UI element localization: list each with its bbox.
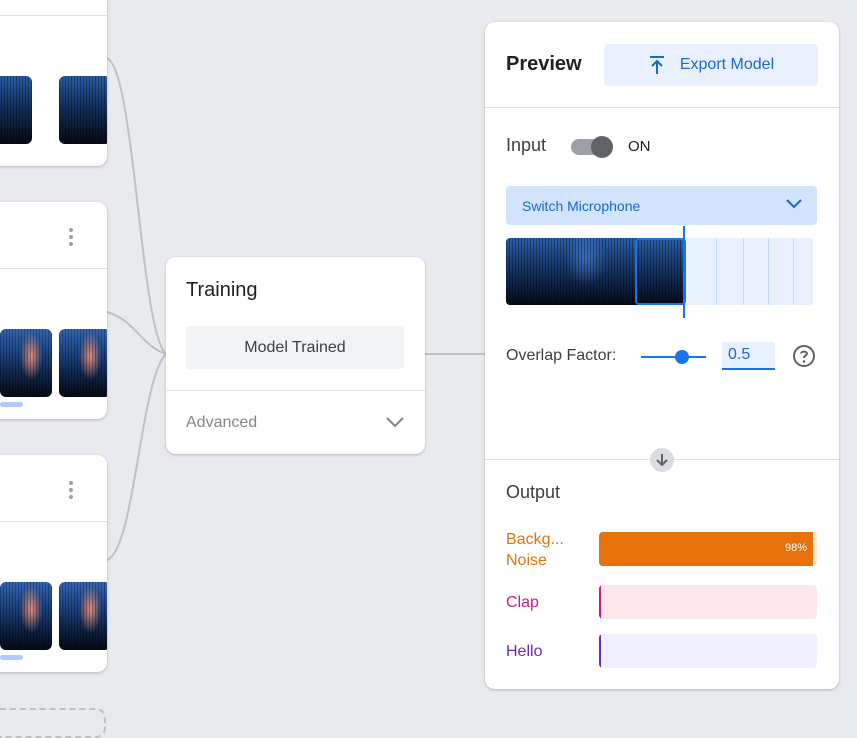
output-label-line: Clap [506,594,539,611]
model-trained-button[interactable]: Model Trained [186,326,404,369]
sample-spectrogram[interactable] [59,76,107,144]
preview-title: Preview [506,53,582,75]
toggle-knob [591,136,613,158]
analysis-window [635,238,686,305]
upload-arrow-icon [649,56,664,74]
switch-microphone-dropdown[interactable]: Switch Microphone [506,186,817,225]
playhead [683,226,685,318]
export-model-label: Export Model [679,56,775,73]
output-fill [599,532,813,566]
output-bar-background-noise: 98% [599,532,817,566]
preview-panel: Preview Export Model Input ON Switch Mic… [485,22,839,689]
divider [485,107,839,108]
output-label-hello: Hello [506,641,542,662]
sample-spectrogram[interactable] [0,582,52,650]
output-label-line: Noise [506,552,547,569]
chevron-down-icon [786,199,802,209]
training-card: Training Model Trained Advanced [166,257,425,454]
overlap-factor-input[interactable]: 0.5 [722,342,775,370]
add-class-placeholder[interactable] [0,708,106,738]
sample-spectrogram[interactable] [0,76,32,144]
output-label-background-noise: Backg... Noise [506,529,564,571]
progress-indicator [0,402,23,407]
overlap-slider-handle[interactable] [674,350,689,364]
class-card [0,455,107,672]
output-fill [599,634,601,668]
training-title: Training [186,279,258,301]
audio-spectrogram-view [506,238,813,305]
output-fill [599,585,601,619]
switch-microphone-label: Switch Microphone [522,197,641,214]
arrow-down-icon [650,448,674,472]
output-title: Output [506,482,561,502]
input-label: Input [506,135,547,155]
chevron-down-icon[interactable] [385,415,405,429]
input-toggle-state: ON [628,138,651,155]
sample-spectrogram[interactable] [59,329,107,397]
input-toggle[interactable] [571,136,613,158]
more-vert-icon[interactable] [69,481,73,502]
export-model-button[interactable]: Export Model [604,44,818,86]
output-bar-hello [599,634,817,668]
sample-spectrogram[interactable] [59,582,107,650]
overlap-slider-track[interactable] [641,356,706,358]
more-vert-icon[interactable] [69,228,73,249]
class-card [0,0,107,166]
advanced-toggle-label[interactable]: Advanced [186,414,257,432]
divider [166,390,425,391]
output-percent: 98% [784,542,807,554]
progress-indicator [0,655,23,660]
output-bar-clap [599,585,817,619]
help-circle-icon[interactable] [792,344,816,368]
sample-spectrogram[interactable] [0,329,52,397]
output-label-line: Backg... [506,531,564,548]
overlap-factor-label: Overlap Factor: [506,347,617,364]
output-label-clap: Clap [506,592,539,613]
class-card [0,202,107,419]
output-label-line: Hello [506,643,543,660]
